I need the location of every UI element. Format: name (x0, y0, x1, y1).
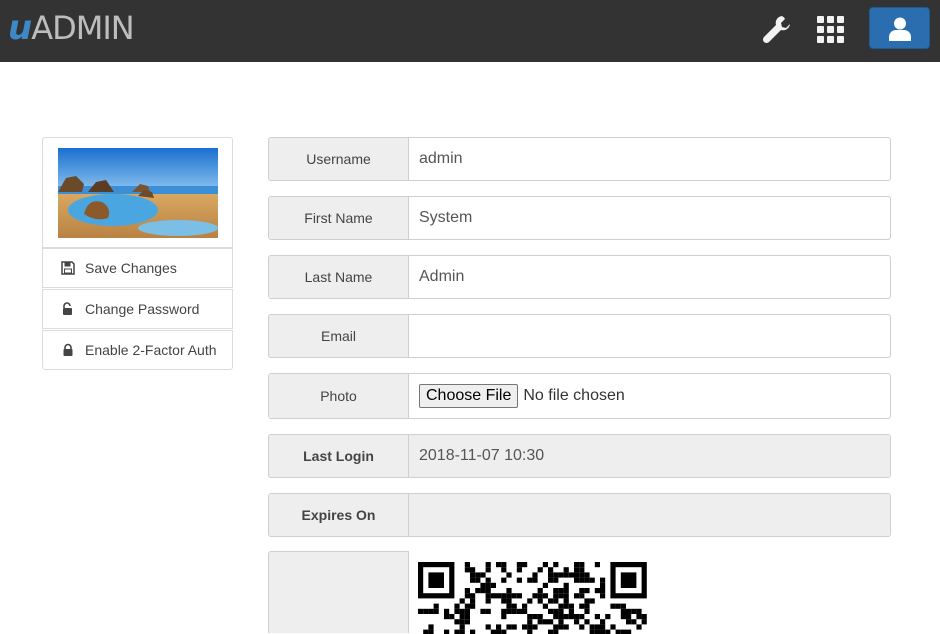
app-logo[interactable]: u ADMIN (8, 8, 135, 48)
email-field[interactable] (419, 315, 890, 357)
logo-name: ADMIN (31, 9, 135, 47)
choose-file-button[interactable]: Choose File (419, 384, 519, 408)
save-icon (61, 261, 75, 275)
change-password-label: Change Password (85, 301, 200, 317)
wrench-icon[interactable] (760, 13, 794, 47)
last-login-row: Last Login 2018-11-07 10:30 (268, 434, 891, 478)
apps-grid-icon[interactable] (816, 15, 846, 45)
photo-upload: Choose File No file chosen (419, 374, 625, 418)
last-login-value: 2018-11-07 10:30 (419, 447, 545, 464)
enable-2fa-label: Enable 2-Factor Auth (85, 342, 217, 358)
photo-row: Photo Choose File No file chosen (268, 373, 891, 419)
profile-photo-card (42, 137, 233, 248)
last-login-label: Last Login (269, 435, 409, 477)
file-status: No file chosen (523, 387, 625, 404)
username-row: Username admin (268, 137, 891, 181)
email-row: Email (268, 314, 891, 358)
photo-label: Photo (269, 374, 409, 418)
last-name-field[interactable]: Admin (419, 256, 464, 298)
user-icon (889, 17, 911, 41)
qr-code (418, 562, 647, 634)
expires-on-label: Expires On (269, 494, 409, 536)
save-changes-label: Save Changes (85, 260, 177, 276)
top-navbar: u ADMIN (0, 0, 940, 62)
save-changes-button[interactable]: Save Changes (42, 248, 233, 288)
logo-prefix: u (8, 8, 32, 48)
last-name-row: Last Name Admin (268, 255, 891, 299)
profile-photo (58, 148, 218, 238)
lock-icon (61, 343, 75, 357)
first-name-row: First Name System (268, 196, 891, 240)
last-name-label: Last Name (269, 256, 409, 298)
first-name-label: First Name (269, 197, 409, 239)
username-label: Username (269, 138, 409, 180)
user-menu-button[interactable] (869, 7, 930, 49)
expires-on-row: Expires On (268, 493, 891, 537)
username-field[interactable]: admin (419, 138, 463, 180)
unlock-icon (61, 302, 75, 316)
email-label: Email (269, 315, 409, 357)
first-name-field[interactable]: System (419, 197, 472, 239)
two-factor-qr-row (268, 551, 891, 634)
change-password-button[interactable]: Change Password (42, 289, 233, 329)
enable-2fa-button[interactable]: Enable 2-Factor Auth (42, 330, 233, 370)
